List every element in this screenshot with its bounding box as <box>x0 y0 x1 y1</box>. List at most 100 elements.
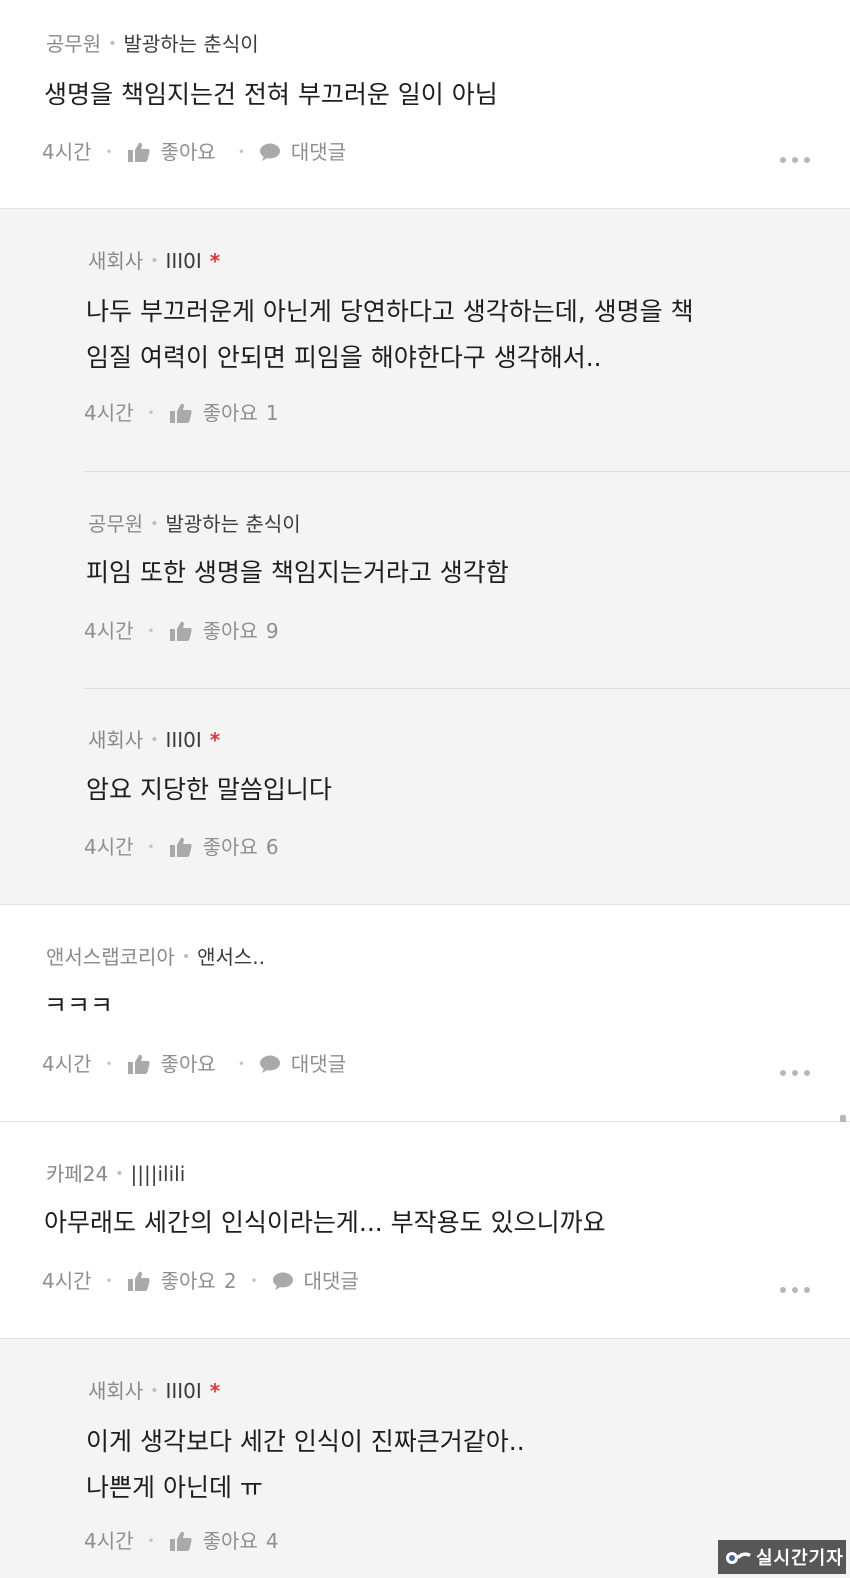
separator-dot: • <box>108 36 117 52</box>
like-label: 좋아요 <box>160 140 216 164</box>
comment: 공무원 • 발광하는 춘식이 생명을 책임지는건 전혀 부끄러운 일이 아님 4… <box>0 0 850 209</box>
author-nickname[interactable]: 발광하는 춘식이 <box>165 510 300 538</box>
thumbs-up-icon <box>169 402 193 424</box>
comment-meta: 4시간 • 좋아요 • 대댓글 <box>42 1050 346 1078</box>
thumbs-up-icon <box>127 141 151 163</box>
like-button[interactable]: 좋아요 4 <box>169 1527 279 1555</box>
reply-meta: 4시간 • 좋아요 6 <box>84 833 279 861</box>
speech-bubble-icon <box>259 142 281 162</box>
thumbs-up-icon <box>127 1053 151 1075</box>
like-button[interactable]: 좋아요 9 <box>169 617 279 645</box>
like-label: 좋아요 <box>202 1529 258 1553</box>
separator-dot: • <box>105 145 113 159</box>
thumbs-up-icon <box>169 836 193 858</box>
separator-dot: • <box>150 1383 159 1399</box>
author-company[interactable]: 새회사 <box>88 726 143 754</box>
reply-text: 나두 부끄러운게 아닌게 당연하다고 생각하는데, 생명을 책 임질 여력이 안… <box>86 297 694 372</box>
reply: 새회사 • III0I * 암요 지당한 말씀입니다 4시간 • 좋아요 6 <box>84 688 850 904</box>
author-company[interactable]: 앤서스랩코리아 <box>46 943 175 971</box>
like-button[interactable]: 좋아요 <box>127 138 224 166</box>
like-button[interactable]: 좋아요 <box>127 1050 224 1078</box>
like-label: 좋아요 <box>202 401 258 425</box>
comment-header: 앤서스랩코리아 • 앤서스.. <box>46 943 265 971</box>
separator-dot: • <box>150 732 159 748</box>
like-label: 좋아요 <box>160 1052 216 1076</box>
reply: 새회사 • III0I * 나두 부끄러운게 아닌게 당연하다고 생각하는데, … <box>84 209 850 471</box>
thumbs-up-icon <box>169 620 193 642</box>
separator-dot: • <box>115 1166 124 1182</box>
separator-dot: • <box>250 1274 258 1288</box>
reply-text: 피임 또한 생명을 책임지는거라고 생각함 <box>86 558 509 587</box>
reply-group: 새회사 • III0I * 나두 부끄러운게 아닌게 당연하다고 생각하는데, … <box>0 209 850 905</box>
reply-meta: 4시간 • 좋아요 4 <box>84 1527 279 1555</box>
like-label: 좋아요 <box>202 835 258 859</box>
like-label: 좋아요 <box>160 1269 216 1293</box>
author-nickname[interactable]: ||||ilili <box>131 1160 186 1188</box>
like-button[interactable]: 좋아요 2 <box>127 1267 237 1295</box>
watermark: 실시간기자 <box>718 1540 846 1574</box>
comment: 카페24 • ||||ilili 아무래도 세간의 인식이라는게... 부작용도… <box>0 1122 850 1339</box>
thumbs-up-icon <box>127 1270 151 1292</box>
comment-meta: 4시간 • 좋아요 2 • 대댓글 <box>42 1267 359 1295</box>
separator-dot: • <box>105 1274 113 1288</box>
reply: 공무원 • 발광하는 춘식이 피임 또한 생명을 책임지는거라고 생각함 4시간… <box>84 471 850 688</box>
author-company[interactable]: 공무원 <box>46 30 101 58</box>
author-star-badge: * <box>209 728 221 752</box>
comment-meta: 4시간 • 좋아요 • 대댓글 <box>42 138 346 166</box>
author-company[interactable]: 카페24 <box>46 1160 108 1188</box>
timestamp: 4시간 <box>84 835 134 859</box>
comment-text: ㅋㅋㅋ <box>44 991 114 1020</box>
separator-dot: • <box>147 1534 155 1548</box>
timestamp: 4시간 <box>42 1269 92 1293</box>
like-button[interactable]: 좋아요 1 <box>169 399 279 427</box>
reply-button[interactable]: 대댓글 <box>272 1267 359 1295</box>
timestamp: 4시간 <box>42 140 92 164</box>
separator-dot: • <box>147 624 155 638</box>
like-label: 좋아요 <box>202 619 258 643</box>
comment-header: 카페24 • ||||ilili <box>46 1160 185 1188</box>
more-dots-icon[interactable] <box>780 157 810 163</box>
thumbs-up-icon <box>169 1530 193 1552</box>
separator-dot: • <box>237 1057 245 1071</box>
reply-button[interactable]: 대댓글 <box>259 138 346 166</box>
like-count: 2 <box>223 1269 237 1293</box>
separator-dot: • <box>150 516 159 532</box>
timestamp: 4시간 <box>84 401 134 425</box>
author-nickname[interactable]: 발광하는 춘식이 <box>123 30 258 58</box>
reply-header: 새회사 • III0I * <box>88 1377 220 1405</box>
like-button[interactable]: 좋아요 6 <box>169 833 279 861</box>
reply-label: 대댓글 <box>303 1269 359 1293</box>
speech-bubble-icon <box>259 1054 281 1074</box>
separator-dot: • <box>237 145 245 159</box>
reply-meta: 4시간 • 좋아요 1 <box>84 399 279 427</box>
watermark-text: 실시간기자 <box>756 1548 844 1569</box>
comment-text: 생명을 책임지는건 전혀 부끄러운 일이 아님 <box>44 80 498 109</box>
reply-text: 암요 지당한 말씀입니다 <box>86 775 332 804</box>
more-dots-icon[interactable] <box>780 1070 810 1076</box>
separator-dot: • <box>150 253 159 269</box>
author-star-badge: * <box>209 249 221 273</box>
reply-header: 새회사 • III0I * <box>88 247 220 275</box>
author-nickname[interactable]: III0I <box>165 247 201 275</box>
author-nickname[interactable]: III0I <box>165 1377 201 1405</box>
separator-dot: • <box>105 1057 113 1071</box>
more-dots-icon[interactable] <box>780 1287 810 1293</box>
reply-header: 새회사 • III0I * <box>88 726 220 754</box>
author-nickname[interactable]: III0I <box>165 726 201 754</box>
reply-text: 이게 생각보다 세간 인식이 진짜큰거같아.. 나쁜게 아닌데 ㅠ <box>86 1427 525 1502</box>
comment: 앤서스랩코리아 • 앤서스.. ㅋㅋㅋ 4시간 • 좋아요 • 대댓글 <box>0 905 850 1122</box>
author-company[interactable]: 새회사 <box>88 1377 143 1405</box>
reply-label: 대댓글 <box>290 1052 347 1076</box>
author-company[interactable]: 공무원 <box>88 510 143 538</box>
author-company[interactable]: 새회사 <box>88 247 143 275</box>
separator-dot: • <box>181 949 191 965</box>
comment-header: 공무원 • 발광하는 춘식이 <box>46 30 259 58</box>
separator-dot: • <box>147 840 155 854</box>
like-count: 4 <box>265 1529 279 1553</box>
comment-text: 아무래도 세간의 인식이라는게... 부작용도 있으니까요 <box>44 1208 606 1237</box>
reply-label: 대댓글 <box>290 140 347 164</box>
reply-button[interactable]: 대댓글 <box>259 1050 346 1078</box>
watermark-logo-icon <box>724 1546 752 1568</box>
timestamp: 4시간 <box>84 1529 134 1553</box>
author-nickname[interactable]: 앤서스.. <box>197 943 265 971</box>
